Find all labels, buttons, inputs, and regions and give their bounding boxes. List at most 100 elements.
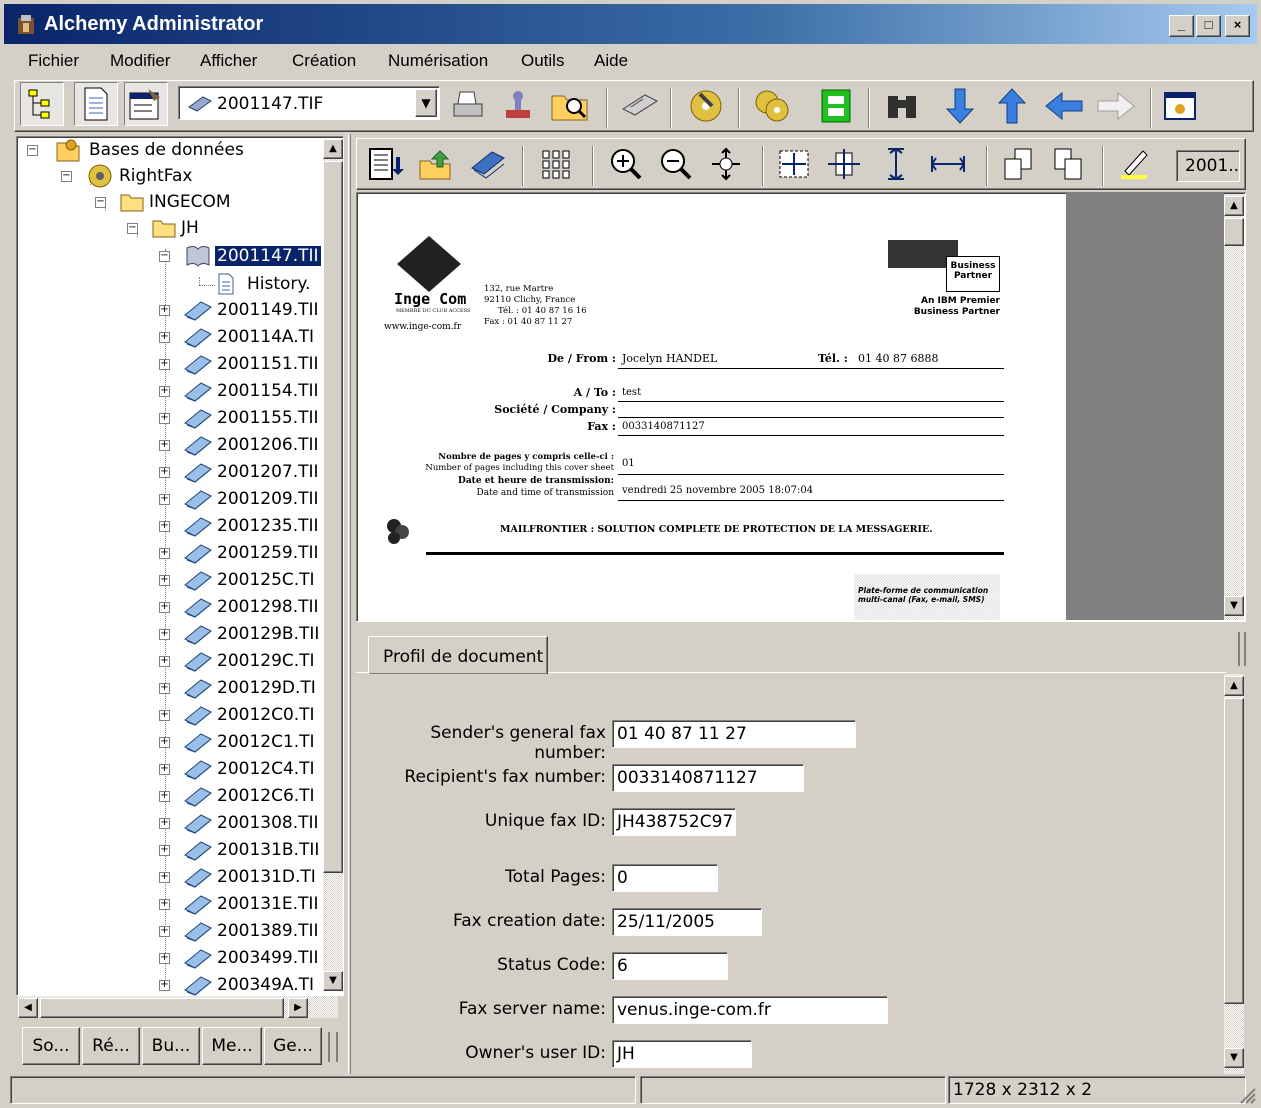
tree-node-document[interactable]: 200125C.TI (183, 567, 315, 593)
tree-node-document[interactable]: 2001259.TII (183, 540, 319, 566)
annotate-button[interactable] (1112, 142, 1156, 186)
profile-field-input[interactable]: 6 (612, 952, 728, 980)
stamp-button[interactable] (496, 84, 540, 128)
tree-node-document[interactable]: 2001155.TII (183, 405, 319, 431)
tree-node-document[interactable]: 2001389.TII (183, 918, 319, 944)
viewer-vertical-scrollbar[interactable] (1224, 194, 1244, 620)
forward-button[interactable] (1094, 84, 1138, 128)
expander-icon[interactable]: + (159, 602, 170, 613)
tree-hscroll-thumb[interactable] (40, 998, 284, 1018)
fit-page-button[interactable] (772, 142, 816, 186)
next-page-button[interactable] (1046, 142, 1090, 186)
menu-outils[interactable]: Outils (521, 51, 564, 71)
zoom-out-button[interactable] (654, 142, 698, 186)
tree-node-document[interactable]: 2001308.TII (183, 810, 319, 836)
tree-scroll-thumb[interactable] (323, 161, 343, 873)
find-button[interactable] (880, 84, 924, 128)
open-document-button[interactable] (466, 142, 510, 186)
profile-field-input[interactable]: JH (612, 1040, 752, 1068)
profile-scroll-thumb[interactable] (1224, 698, 1244, 1004)
expander-icon[interactable]: + (159, 926, 170, 937)
tab-scroll-grip[interactable] (1238, 632, 1246, 666)
tab-scroll-grip[interactable] (328, 1032, 338, 1062)
scroll-right-button[interactable]: ▶ (288, 998, 308, 1018)
insert-page-button[interactable] (364, 142, 408, 186)
expander-icon[interactable]: + (159, 386, 170, 397)
scroll-up-button[interactable]: ▲ (323, 139, 343, 159)
expander-icon[interactable]: + (159, 467, 170, 478)
previous-up-button[interactable] (990, 84, 1034, 128)
expander-icon[interactable]: − (95, 197, 106, 208)
tab-so[interactable]: So... (22, 1027, 80, 1065)
menu-aide[interactable]: Aide (594, 51, 628, 71)
filmstrip-button[interactable] (814, 84, 858, 128)
expander-icon[interactable]: + (159, 305, 170, 316)
title-bar[interactable]: Alchemy Administrator _ □ × (4, 4, 1257, 44)
tab-profil-document[interactable]: Profil de document (368, 636, 548, 674)
expander-icon[interactable]: + (159, 629, 170, 640)
expander-icon[interactable]: + (159, 737, 170, 748)
profile-field-input[interactable]: venus.inge-com.fr (612, 996, 888, 1024)
fit-width-button[interactable] (926, 142, 970, 186)
scroll-down-button[interactable]: ▼ (1224, 596, 1244, 616)
menu-numerisation[interactable]: Numérisation (388, 51, 488, 71)
disc-sync-button[interactable] (750, 84, 794, 128)
search-folder-button[interactable] (548, 84, 592, 128)
pan-button[interactable] (704, 142, 748, 186)
tab-ge[interactable]: Ge... (264, 1027, 322, 1065)
tree-node-document[interactable]: 2003499.TII (183, 945, 319, 971)
next-down-button[interactable] (938, 84, 982, 128)
tree-node-document[interactable]: 20012C4.TI (183, 756, 315, 782)
database-tree[interactable]: − Bases de données − RightFax − INGECOM … (16, 136, 344, 996)
tree-node-history[interactable]: History. (217, 271, 310, 297)
profile-field-input[interactable]: 0033140871127 (612, 764, 804, 792)
expander-icon[interactable]: − (61, 171, 72, 182)
expander-icon[interactable]: + (159, 575, 170, 586)
scroll-down-button[interactable]: ▼ (323, 971, 343, 991)
combo-dropdown-button[interactable]: ▼ (415, 89, 437, 117)
tab-re[interactable]: Ré... (82, 1027, 140, 1065)
tree-view-button[interactable] (20, 82, 64, 126)
tree-node-document[interactable]: 200129B.TII (183, 621, 319, 647)
tree-node-document[interactable]: 2001149.TII (183, 297, 319, 323)
tree-node-selected-document[interactable]: 2001147.TII (185, 243, 321, 269)
expander-icon[interactable]: + (159, 980, 170, 991)
tree-node-jh[interactable]: JH (151, 215, 199, 241)
previous-page-button[interactable] (996, 142, 1040, 186)
document-view-button[interactable] (74, 82, 118, 126)
expander-icon[interactable]: − (159, 251, 170, 262)
expander-icon[interactable]: + (159, 872, 170, 883)
tab-me[interactable]: Me... (202, 1027, 262, 1065)
expander-icon[interactable]: + (159, 764, 170, 775)
tree-node-document[interactable]: 2001206.TII (183, 432, 319, 458)
thumbnails-button[interactable] (534, 142, 578, 186)
tree-node-document[interactable]: 200349A.TI (183, 972, 314, 998)
menu-creation[interactable]: Création (292, 51, 356, 71)
tree-node-document[interactable]: 20012C6.TI (183, 783, 315, 809)
expander-icon[interactable]: + (159, 710, 170, 721)
tree-node-document[interactable]: 200129C.TI (183, 648, 315, 674)
expander-icon[interactable]: + (159, 548, 170, 559)
expander-icon[interactable]: − (27, 145, 38, 156)
profile-field-input[interactable]: JH438752C97 (612, 808, 736, 836)
tree-node-databases[interactable]: Bases de données (53, 137, 244, 163)
expander-icon[interactable]: + (159, 683, 170, 694)
expander-icon[interactable]: + (159, 845, 170, 856)
tree-node-document[interactable]: 2001235.TII (183, 513, 319, 539)
scroll-down-button[interactable]: ▼ (1224, 1048, 1244, 1068)
scanner-button[interactable] (618, 84, 662, 128)
maximize-button[interactable]: □ (1196, 15, 1221, 37)
profile-field-input[interactable]: 25/11/2005 (612, 908, 762, 936)
expander-icon[interactable]: + (159, 791, 170, 802)
tree-node-document[interactable]: 200129D.TI (183, 675, 316, 701)
viewer-scroll-thumb[interactable] (1224, 218, 1244, 246)
menu-modifier[interactable]: Modifier (110, 51, 170, 71)
fit-both-button[interactable] (822, 142, 866, 186)
profile-view-button[interactable] (124, 82, 168, 126)
fit-height-button[interactable] (874, 142, 918, 186)
tree-node-document[interactable]: 2001207.TII (183, 459, 319, 485)
print-button[interactable] (446, 84, 490, 128)
open-folder-button[interactable] (414, 142, 458, 186)
profile-field-input[interactable]: 0 (612, 864, 718, 892)
scroll-left-button[interactable]: ◀ (18, 998, 38, 1018)
